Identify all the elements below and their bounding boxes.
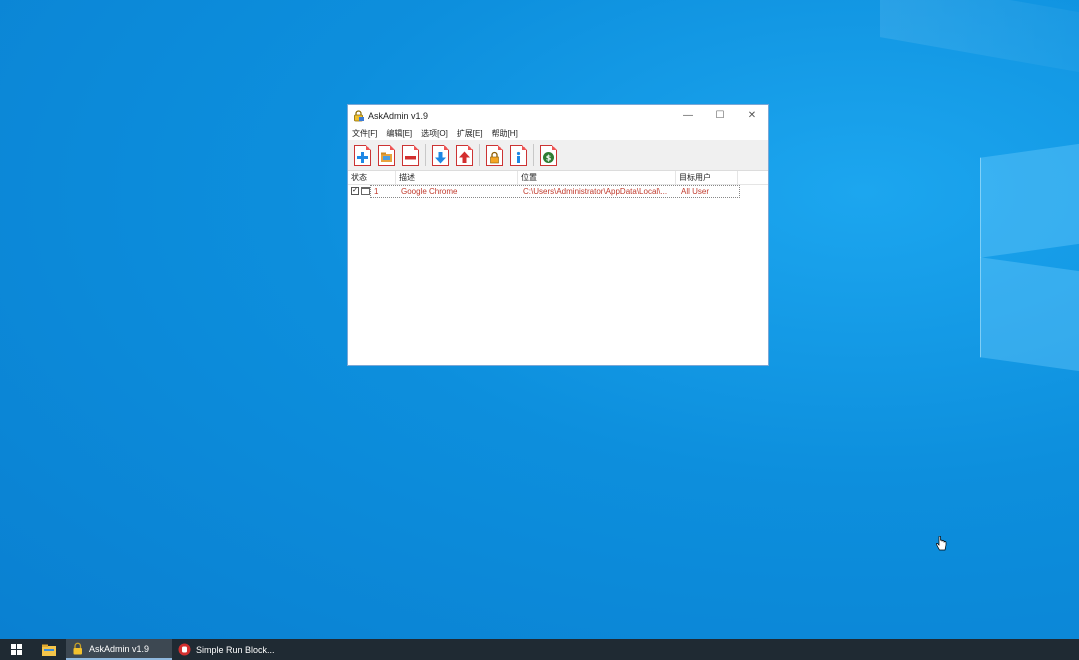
menu-options[interactable]: 选项[O] bbox=[421, 128, 453, 139]
askadmin-icon bbox=[73, 642, 82, 655]
menu-bar: 文件[F] 编辑[E] 选项[O] 扩展[E] 帮助[H] bbox=[348, 126, 768, 140]
donate-icon: $ bbox=[542, 151, 554, 163]
info-button[interactable] bbox=[507, 143, 529, 167]
row-location: C:\Users\Administrator\AppData\Local\... bbox=[523, 186, 668, 196]
askadmin-window[interactable]: AskAdmin v1.9 — ☐ ✕ 文件[F] 编辑[E] 选项[O] 扩展… bbox=[347, 104, 769, 366]
donate-button[interactable]: $ bbox=[537, 143, 559, 167]
list-header: 状态 描述 位置 目标用户 bbox=[348, 171, 768, 185]
remove-icon bbox=[404, 155, 416, 159]
menu-file[interactable]: 文件[F] bbox=[352, 128, 382, 139]
row-target-user: All User bbox=[681, 186, 710, 196]
taskbar-item-askadmin[interactable]: AskAdmin v1.9 bbox=[66, 639, 172, 660]
entries-list[interactable]: 状态 描述 位置 目标用户 ✓ 1 Google Chrome C:\Users… bbox=[348, 171, 768, 198]
import-icon bbox=[434, 151, 446, 163]
column-location[interactable]: 位置 bbox=[518, 171, 676, 184]
padlock-shield-icon bbox=[354, 109, 364, 121]
column-description[interactable]: 描述 bbox=[396, 171, 518, 184]
import-button[interactable] bbox=[429, 143, 451, 167]
hand-cursor-icon bbox=[936, 536, 947, 551]
lock-icon bbox=[489, 151, 499, 163]
desktop-background: AskAdmin v1.9 — ☐ ✕ 文件[F] 编辑[E] 选项[O] 扩展… bbox=[0, 0, 1079, 639]
taskbar: AskAdmin v1.9 Simple Run Block... bbox=[0, 639, 1079, 660]
row-description: Google Chrome bbox=[401, 186, 458, 196]
row-checkbox[interactable]: ✓ bbox=[351, 187, 359, 195]
windows-start-icon bbox=[10, 644, 22, 655]
menu-extensions[interactable]: 扩展[E] bbox=[457, 128, 488, 139]
column-target-user[interactable]: 目标用户 bbox=[676, 171, 738, 184]
export-button[interactable] bbox=[453, 143, 475, 167]
light-beam bbox=[880, 0, 1079, 83]
add-button[interactable] bbox=[351, 143, 373, 167]
table-row[interactable]: ✓ 1 Google Chrome C:\Users\Administrator… bbox=[348, 184, 768, 198]
start-button[interactable] bbox=[0, 639, 32, 660]
menu-edit[interactable]: 编辑[E] bbox=[386, 128, 417, 139]
windows-logo-backdrop bbox=[980, 140, 1079, 373]
taskbar-item-label: Simple Run Block... bbox=[196, 644, 275, 655]
export-icon bbox=[458, 151, 470, 163]
maximize-button[interactable]: ☐ bbox=[704, 105, 736, 126]
lock-button[interactable] bbox=[483, 143, 505, 167]
column-status[interactable]: 状态 bbox=[348, 171, 396, 184]
toolbar-separator bbox=[533, 144, 534, 166]
window-icon bbox=[361, 187, 370, 195]
svg-text:$: $ bbox=[545, 153, 551, 162]
toolbar-separator bbox=[425, 144, 426, 166]
folder-icon bbox=[380, 152, 392, 162]
title-bar[interactable]: AskAdmin v1.9 — ☐ ✕ bbox=[348, 105, 768, 126]
minimize-button[interactable]: — bbox=[672, 105, 704, 126]
folder-icon bbox=[42, 644, 56, 656]
taskbar-item-simple-run-blocker[interactable]: Simple Run Block... bbox=[172, 639, 281, 660]
toolbar: $ bbox=[348, 140, 768, 171]
stop-hand-icon bbox=[178, 643, 191, 656]
open-folder-button[interactable] bbox=[375, 143, 397, 167]
row-index: 1 bbox=[374, 186, 379, 196]
info-icon bbox=[516, 151, 520, 163]
menu-help[interactable]: 帮助[H] bbox=[492, 128, 523, 139]
window-title: AskAdmin v1.9 bbox=[368, 110, 429, 121]
add-icon bbox=[356, 151, 368, 163]
toolbar-separator bbox=[479, 144, 480, 166]
taskbar-item-label: AskAdmin v1.9 bbox=[89, 643, 150, 654]
remove-button[interactable] bbox=[399, 143, 421, 167]
close-button[interactable]: ✕ bbox=[736, 105, 768, 126]
row-focus-rect: 1 Google Chrome C:\Users\Administrator\A… bbox=[370, 184, 740, 198]
file-explorer-button[interactable] bbox=[32, 639, 66, 660]
